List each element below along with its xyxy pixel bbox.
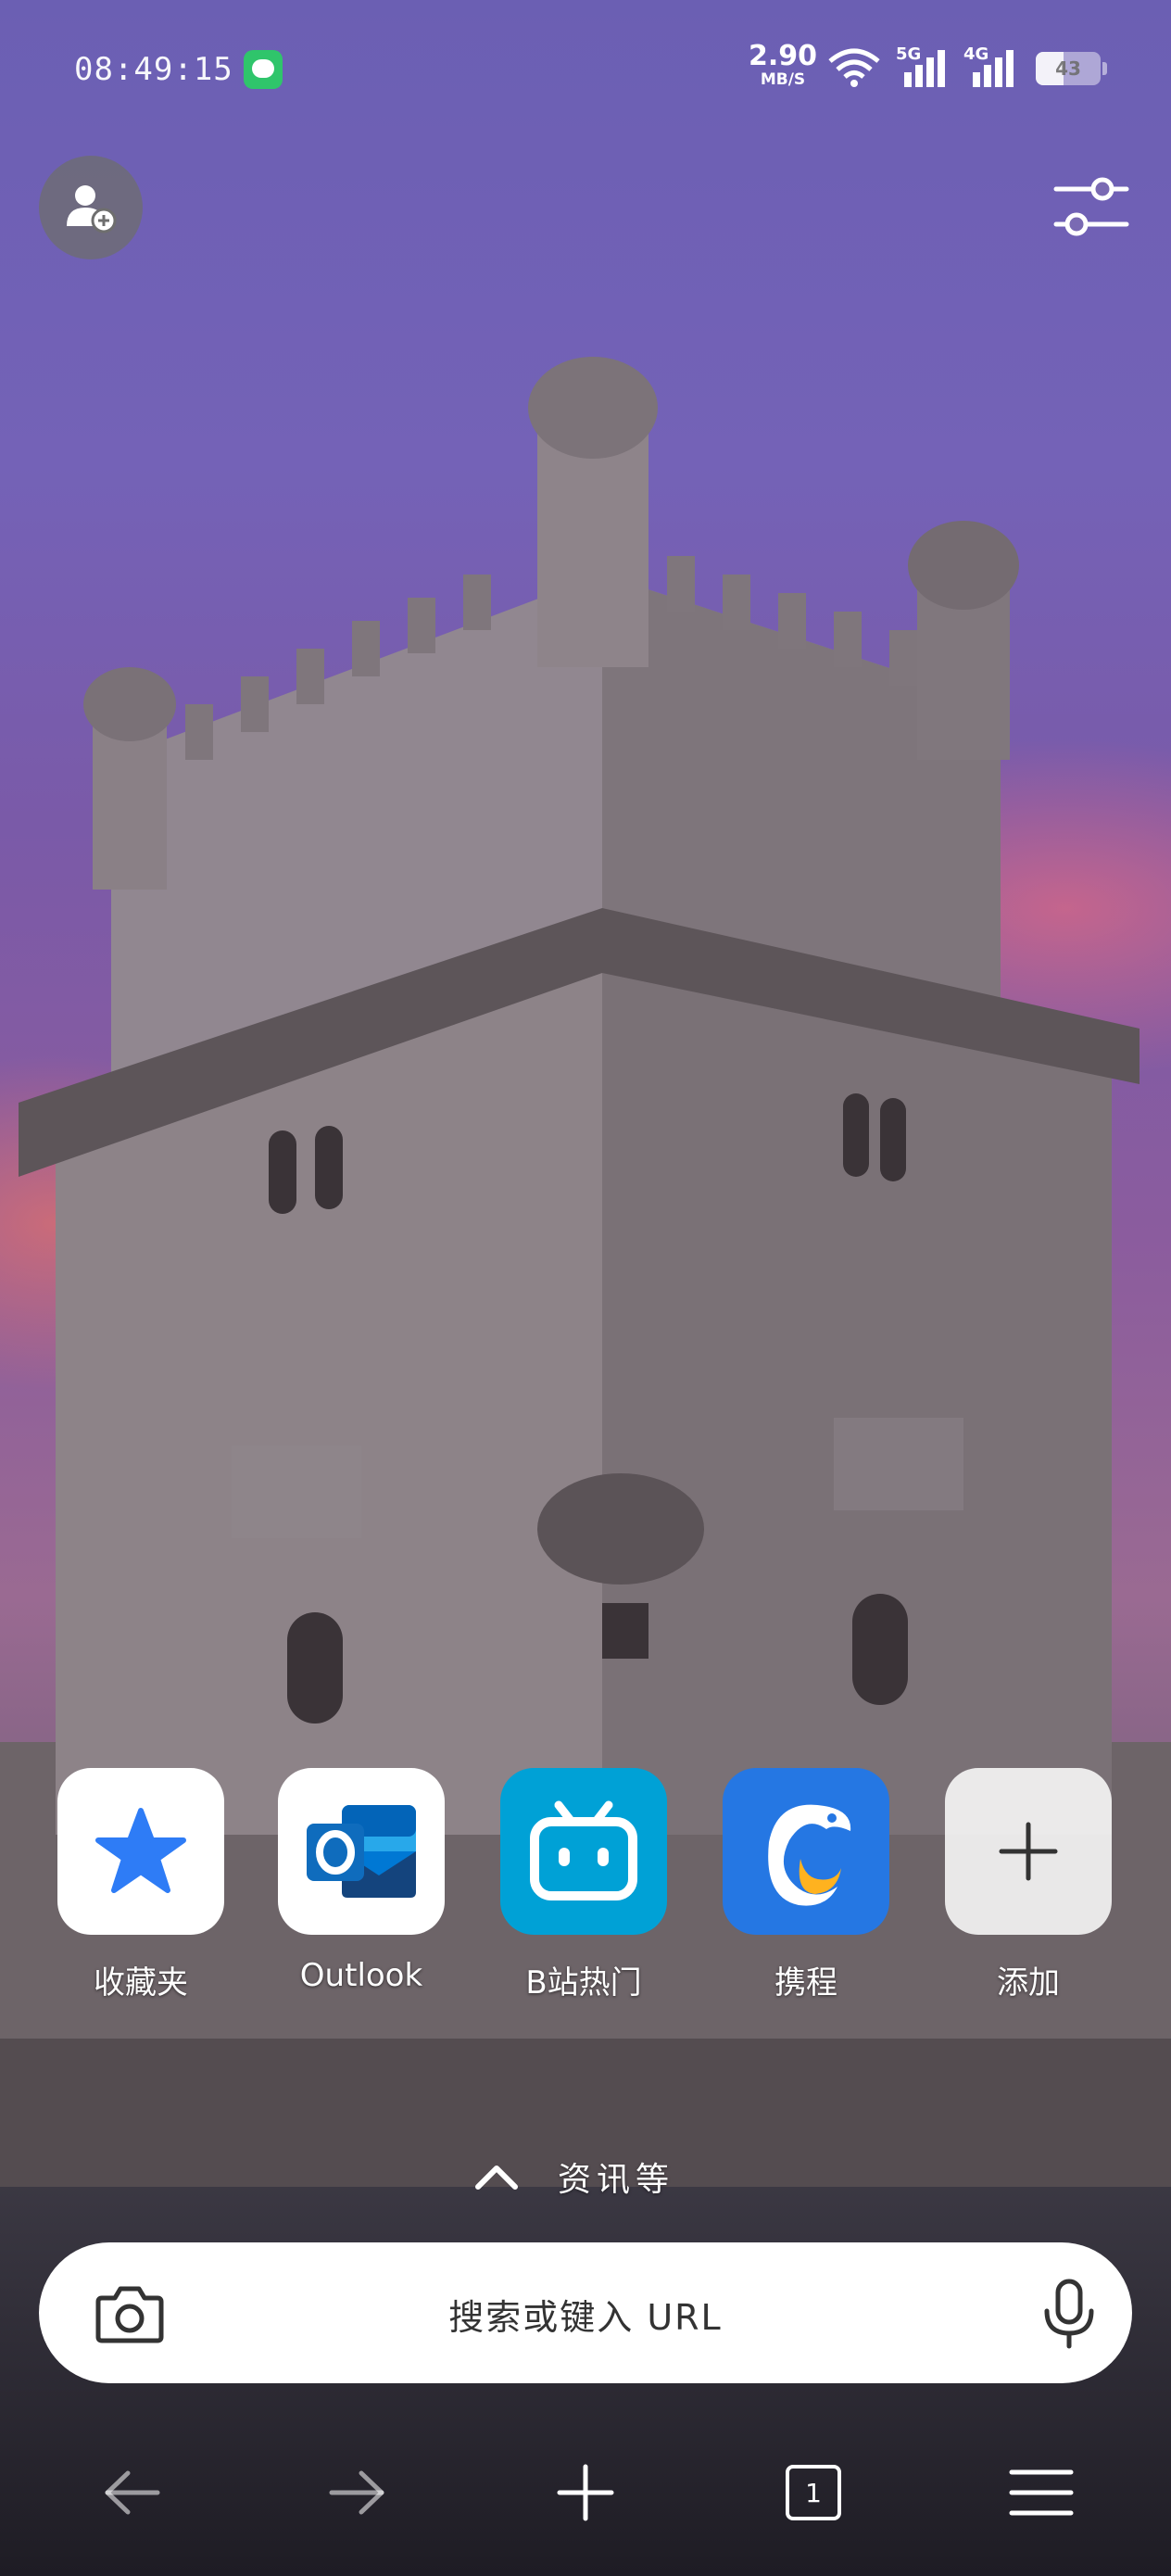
shortcut-tile[interactable] (500, 1768, 667, 1935)
outlook-icon (307, 1805, 416, 1898)
microphone-icon[interactable] (1041, 2278, 1097, 2350)
camera-icon[interactable] (94, 2281, 165, 2344)
signal-4g-icon (973, 50, 1014, 87)
clock: 08:49:15 (74, 51, 233, 88)
news-toggle-label: 资讯等 (558, 2161, 675, 2199)
forward-button[interactable] (302, 2437, 413, 2548)
search-bar[interactable]: 搜索或键入 URL (39, 2242, 1132, 2383)
arrow-right-icon (329, 2470, 384, 2515)
battery-level: 43 (1055, 57, 1081, 80)
shortcut-tile[interactable] (278, 1768, 445, 1935)
plus-icon (557, 2464, 614, 2521)
shortcut-label: 收藏夹 (94, 1964, 188, 2001)
tabs-count: 1 (786, 2465, 841, 2520)
shortcut-label: 添加 (997, 1964, 1060, 2001)
arrow-left-icon (105, 2470, 160, 2515)
news-toggle[interactable]: 资讯等 (474, 2152, 715, 2202)
plus-icon (999, 1822, 1058, 1881)
add-user-icon (67, 185, 117, 234)
shortcut-tile[interactable] (57, 1768, 224, 1935)
new-tab-button[interactable] (530, 2437, 641, 2548)
shortcut-label: Outlook (299, 1957, 423, 1994)
shortcut-bilibili[interactable]: B站热门 (491, 1768, 676, 2018)
shortcut-tile[interactable] (945, 1768, 1112, 1935)
shortcut-label: 携程 (774, 1964, 837, 2001)
account-button[interactable] (39, 156, 143, 259)
shortcut-ctrip[interactable]: 携程 (713, 1768, 899, 2018)
battery-indicator: 43 (1036, 52, 1107, 85)
back-button[interactable] (76, 2437, 187, 2548)
shortcut-outlook[interactable]: Outlook (269, 1768, 454, 2018)
bilibili-icon (530, 1800, 637, 1900)
status-bar: 08:49:15 2.90 MB/S 5G 4G 43 (0, 0, 1171, 139)
shortcut-add[interactable]: 添加 (936, 1768, 1121, 2018)
signal-5g-icon (904, 50, 945, 87)
shortcut-tile[interactable] (723, 1768, 889, 1935)
message-app-icon (244, 50, 283, 89)
shortcut-bookmarks[interactable]: 收藏夹 (48, 1768, 233, 2018)
wifi-icon (828, 48, 880, 87)
ctrip-dolphin-icon (768, 1804, 851, 1906)
network-speed-value: 2.90 (749, 40, 818, 72)
bottom-navigation: 1 (0, 2437, 1171, 2548)
shortcut-label: B站热门 (525, 1964, 642, 2001)
search-input[interactable]: 搜索或键入 URL (224, 2289, 947, 2340)
network-speed: 2.90 MB/S (749, 43, 817, 88)
network-speed-unit: MB/S (760, 70, 806, 89)
chevron-up-icon (475, 2166, 518, 2190)
star-icon (95, 1808, 186, 1893)
shortcut-grid: 收藏夹 Outlook B站热门 携程 添加 (0, 1768, 1171, 2018)
sliders-icon[interactable] (1052, 172, 1130, 241)
menu-button[interactable] (986, 2437, 1097, 2548)
tabs-button[interactable]: 1 (758, 2437, 869, 2548)
menu-icon (1009, 2469, 1074, 2516)
